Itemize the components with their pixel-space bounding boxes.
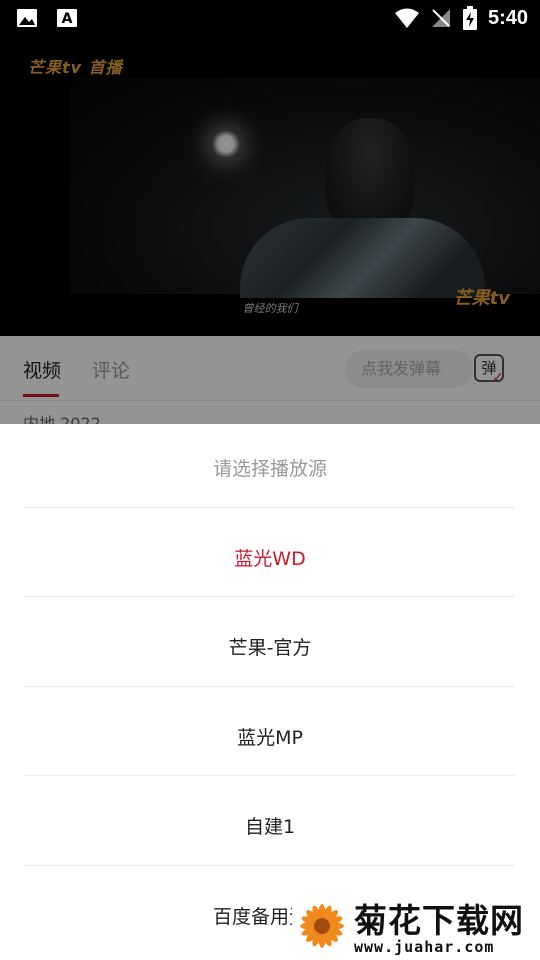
status-bar: A 5:40 [0, 0, 540, 36]
wifi-icon [394, 8, 419, 28]
chrysanthemum-icon [300, 904, 344, 948]
watermark-title: 菊花下载网 [354, 901, 524, 940]
image-icon [17, 9, 37, 27]
divider [25, 865, 515, 866]
source-option-self-built-1[interactable]: 自建1 [0, 783, 540, 871]
app-screen: A 5:40 芒果tv 首播 曾经的我们 芒果tv 视频 评论 点我发弹幕 弹 … [0, 0, 540, 960]
source-option-mango-official[interactable]: 芒果-官方 [0, 604, 540, 692]
sheet-title: 请选择播放源 [212, 458, 327, 480]
source-option-bluray-wd[interactable]: 蓝光WD [0, 515, 540, 603]
divider [25, 596, 515, 597]
divider [25, 507, 515, 508]
divider [25, 775, 515, 776]
status-time: 5:40 [487, 6, 528, 29]
svg-text:A: A [62, 11, 73, 27]
watermark-url: www.juahar.com [354, 938, 495, 956]
source-picker-sheet: 请选择播放源 蓝光WD 芒果-官方 蓝光MP 自建1 百度备用资源 [0, 424, 540, 960]
divider [25, 686, 515, 687]
source-option-bluray-mp[interactable]: 蓝光MP [0, 694, 540, 782]
site-watermark: 菊花下载网 www.juahar.com [292, 892, 540, 960]
battery-charging-icon [462, 6, 477, 30]
no-signal-icon [431, 9, 450, 27]
font-icon: A [57, 9, 77, 27]
